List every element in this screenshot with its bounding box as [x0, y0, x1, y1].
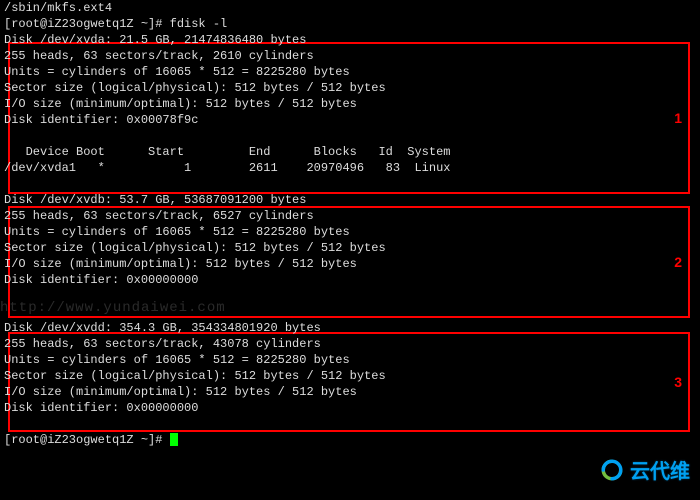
blank-line	[0, 176, 700, 192]
partition-columns: Device Boot Start End Blocks Id System	[0, 144, 700, 160]
disk-units: Units = cylinders of 16065 * 512 = 82252…	[0, 352, 700, 368]
cursor-icon	[170, 433, 178, 446]
disk-io: I/O size (minimum/optimal): 512 bytes / …	[0, 96, 700, 112]
disk-sector: Sector size (logical/physical): 512 byte…	[0, 240, 700, 256]
partition-row: /dev/xvda1 * 1 2611 20970496 83 Linux	[0, 160, 700, 176]
watermark-text: 云代维	[630, 455, 690, 484]
blank-line	[0, 416, 700, 432]
shell-prompt: [root@iZ23ogwetq1Z ~]#	[4, 433, 170, 447]
disk-header: Disk /dev/xvda: 21.5 GB, 21474836480 byt…	[0, 32, 700, 48]
cloud-logo-icon	[598, 456, 626, 484]
output-line: /sbin/mkfs.ext4	[0, 0, 700, 16]
disk-ident: Disk identifier: 0x00078f9c	[0, 112, 700, 128]
blank-line	[0, 304, 700, 320]
disk-geom: 255 heads, 63 sectors/track, 43078 cylin…	[0, 336, 700, 352]
disk-io: I/O size (minimum/optimal): 512 bytes / …	[0, 384, 700, 400]
disk-sector: Sector size (logical/physical): 512 byte…	[0, 80, 700, 96]
blank-line	[0, 288, 700, 304]
disk-header: Disk /dev/xvdb: 53.7 GB, 53687091200 byt…	[0, 192, 700, 208]
blank-line	[0, 128, 700, 144]
disk-geom: 255 heads, 63 sectors/track, 6527 cylind…	[0, 208, 700, 224]
terminal-window[interactable]: http://www.yundaiwei.com /sbin/mkfs.ext4…	[0, 0, 700, 500]
prompt-line[interactable]: [root@iZ23ogwetq1Z ~]#	[0, 432, 700, 448]
disk-io: I/O size (minimum/optimal): 512 bytes / …	[0, 256, 700, 272]
disk-ident: Disk identifier: 0x00000000	[0, 400, 700, 416]
disk-units: Units = cylinders of 16065 * 512 = 82252…	[0, 64, 700, 80]
command-line: [root@iZ23ogwetq1Z ~]# fdisk -l	[0, 16, 700, 32]
disk-units: Units = cylinders of 16065 * 512 = 82252…	[0, 224, 700, 240]
watermark: 云代维	[598, 455, 690, 484]
disk-geom: 255 heads, 63 sectors/track, 2610 cylind…	[0, 48, 700, 64]
disk-sector: Sector size (logical/physical): 512 byte…	[0, 368, 700, 384]
disk-header: Disk /dev/xvdd: 354.3 GB, 354334801920 b…	[0, 320, 700, 336]
disk-ident: Disk identifier: 0x00000000	[0, 272, 700, 288]
